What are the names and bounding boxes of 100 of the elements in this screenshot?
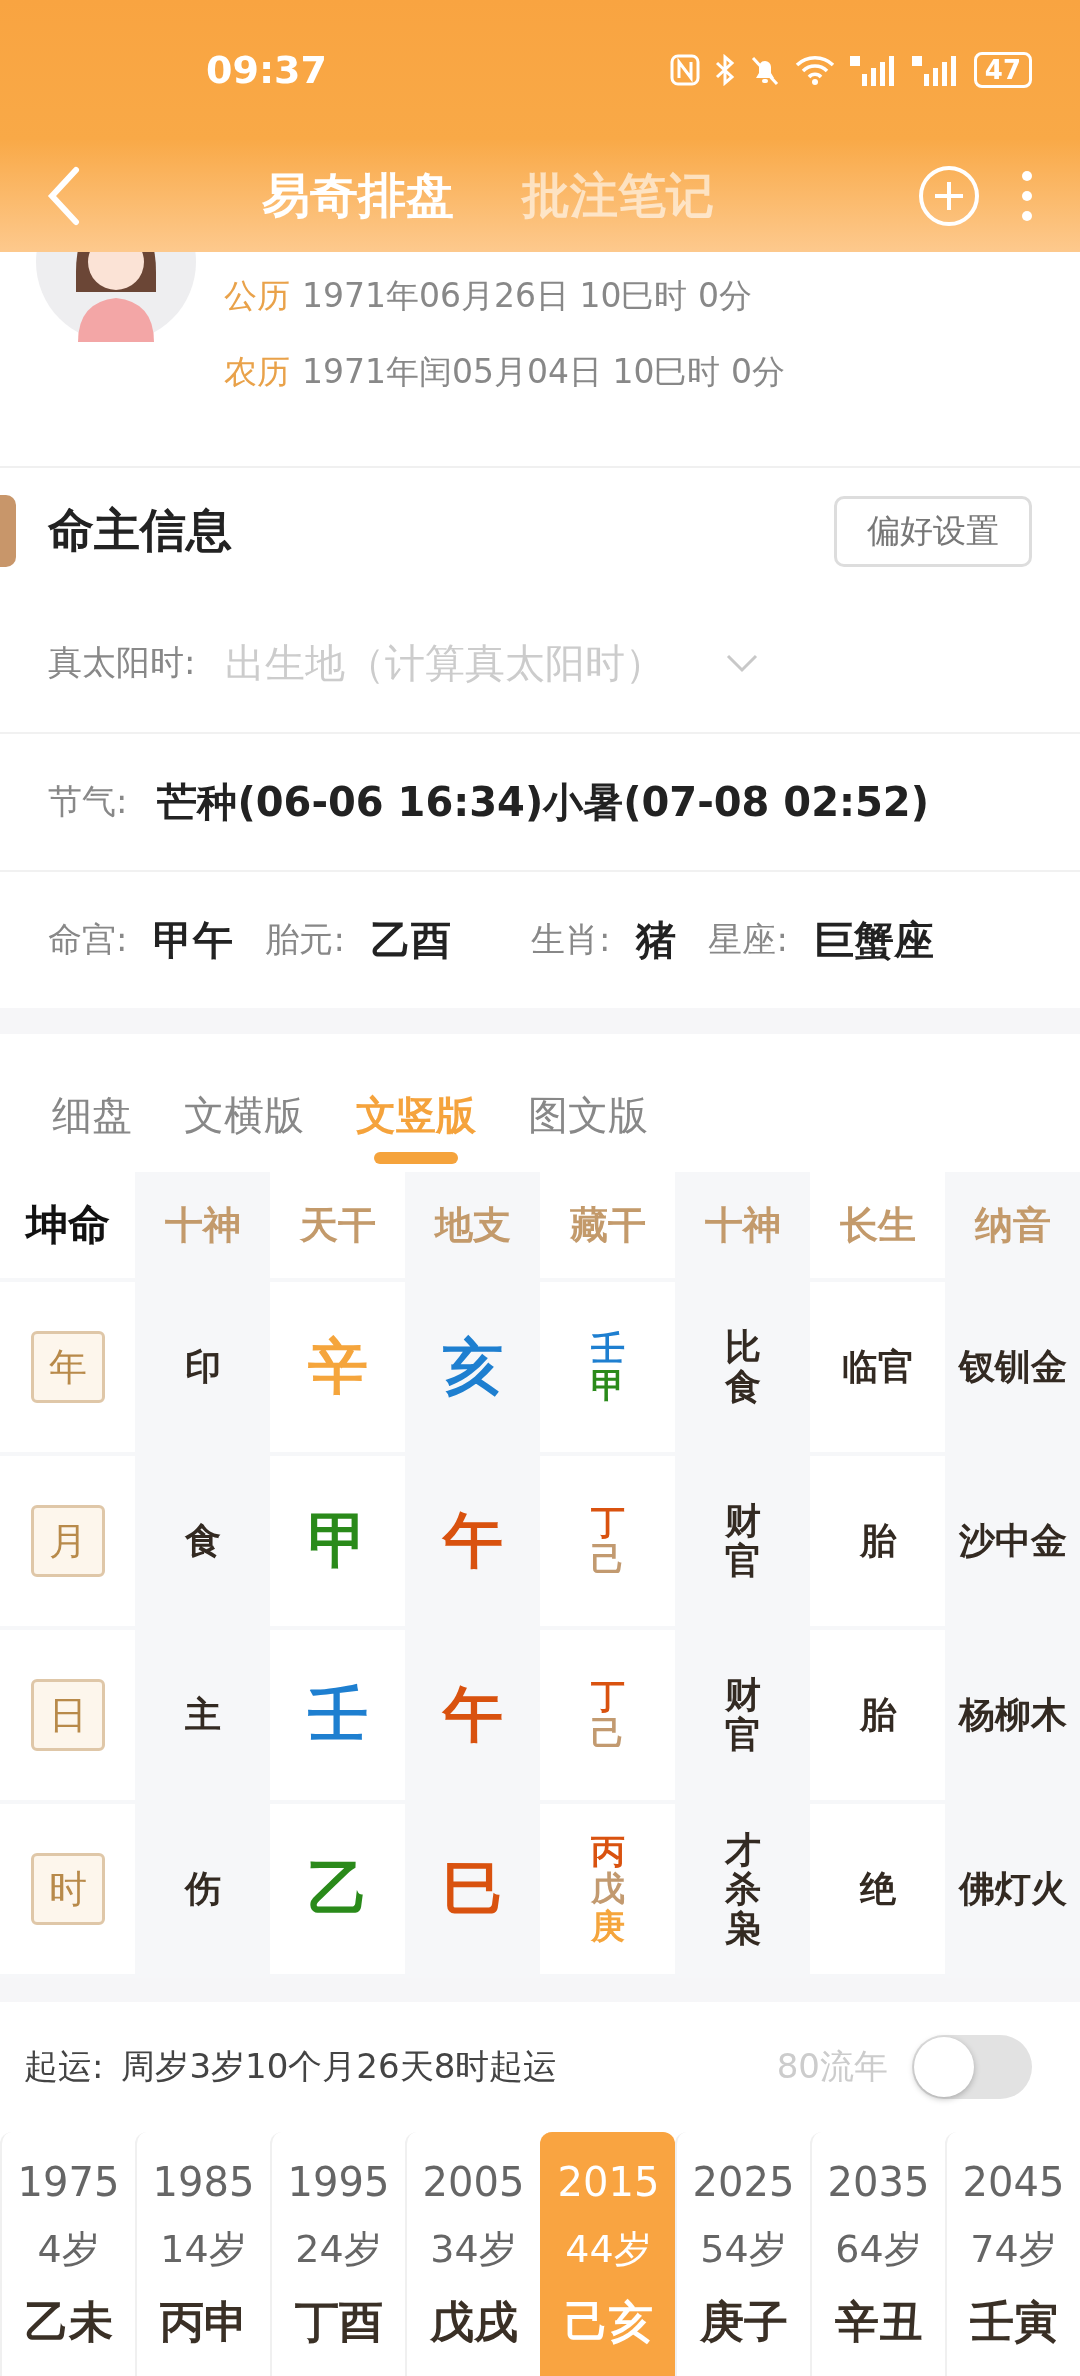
- luck-period[interactable]: 1995 24岁 丁酉: [270, 2132, 405, 2376]
- period-year: 1985: [152, 2158, 255, 2207]
- field-label: 命宫:: [48, 918, 128, 961]
- toggle-switch[interactable]: [912, 2035, 1032, 2099]
- back-icon[interactable]: [46, 166, 82, 226]
- date-value: 1971年闰05月04日 10巳时 0分: [302, 351, 785, 393]
- chart-tab[interactable]: 细盘: [52, 1088, 132, 1164]
- period-year: 2045: [962, 2158, 1065, 2207]
- hidden-stem-char: 庚: [590, 1907, 625, 1946]
- section-accent: [0, 495, 16, 567]
- table-cell-text: 食: [184, 1518, 221, 1563]
- field-value: 巨蟹座: [813, 915, 934, 965]
- column-header: 十神: [704, 1201, 781, 1249]
- period-year: 1995: [287, 2158, 390, 2207]
- period-age: 24岁: [295, 2226, 382, 2273]
- date-label: 农历: [224, 351, 290, 393]
- chart-tab[interactable]: 图文版: [528, 1088, 648, 1164]
- table-cell-text: 佛灯火: [958, 1866, 1067, 1911]
- section-title: 命主信息: [48, 502, 233, 559]
- stem-char: 辛: [307, 1329, 368, 1403]
- hidden-stem-char: 戊: [590, 1870, 625, 1908]
- nfc-icon: [669, 54, 700, 86]
- solar-terms-value: 芒种(06-06 16:34)小暑(07-08 02:52): [157, 777, 929, 827]
- field-label: 星座:: [708, 918, 788, 961]
- period-ganzhi: 庚子: [699, 2295, 788, 2349]
- period-ganzhi: 辛丑: [834, 2295, 923, 2349]
- hidden-stem-char: 壬: [590, 1329, 625, 1367]
- field-value: 乙酉: [370, 915, 451, 965]
- table-cell-text: 胎: [859, 1518, 896, 1563]
- wifi-icon: [793, 54, 836, 86]
- luck-period[interactable]: 1985 14岁 丙申: [135, 2132, 270, 2376]
- hidden-stem-char: 己: [590, 1541, 625, 1579]
- chart-corner-label: 坤命: [25, 1199, 110, 1251]
- more-icon[interactable]: [1020, 168, 1034, 224]
- period-ganzhi: 己亥: [564, 2295, 653, 2349]
- table-cell: 财: [724, 1675, 761, 1715]
- period-ganzhi: 丙申: [159, 2295, 248, 2349]
- branch-char: 午: [442, 1677, 503, 1751]
- branch-char: 亥: [442, 1329, 503, 1403]
- add-icon[interactable]: [918, 165, 980, 227]
- period-ganzhi: 乙未: [24, 2295, 113, 2349]
- table-cell-text: 伤: [184, 1866, 221, 1911]
- field-label: 真太阳时:: [48, 641, 196, 684]
- column-header: 藏干: [569, 1201, 646, 1249]
- hidden-stem-char: 丁: [590, 1677, 625, 1715]
- period-age: 34岁: [430, 2226, 517, 2273]
- hidden-stem-char: 丁: [590, 1503, 625, 1541]
- hidden-stem-char: 甲: [590, 1367, 625, 1405]
- luck-start-label: 起运:: [24, 2045, 104, 2088]
- chevron-down-icon: [725, 653, 760, 673]
- bell-muted-icon: [749, 54, 780, 86]
- luck-period[interactable]: 2035 64岁 辛丑: [810, 2132, 945, 2376]
- period-age: 14岁: [160, 2226, 247, 2273]
- table-cell-text: 杨柳木: [958, 1692, 1067, 1737]
- period-ganzhi: 丁酉: [294, 2295, 383, 2349]
- table-cell-text: 临官: [841, 1344, 914, 1389]
- stem-char: 壬: [307, 1677, 368, 1751]
- period-year: 2035: [827, 2158, 930, 2207]
- table-cell-text: 印: [184, 1344, 221, 1389]
- column-header: 十神: [164, 1201, 241, 1249]
- table-cell: 食: [724, 1367, 761, 1407]
- period-year: 2025: [692, 2158, 795, 2207]
- table-cell-text: 绝: [859, 1866, 896, 1911]
- luck-period[interactable]: 2045 74岁 壬寅: [945, 2132, 1080, 2376]
- field-value: 甲午: [153, 915, 234, 965]
- pillar-tag: 年: [30, 1331, 105, 1403]
- date-value: 1971年06月26日 10巳时 0分: [302, 275, 752, 317]
- table-cell: 杀: [724, 1869, 761, 1909]
- table-cell-text: 沙中金: [958, 1518, 1067, 1563]
- table-cell: 才: [724, 1829, 761, 1870]
- preferences-button[interactable]: 偏好设置: [834, 495, 1032, 567]
- pillar-tag: 月: [30, 1505, 105, 1577]
- field-value: 猪: [636, 915, 677, 965]
- period-year: 1975: [17, 2158, 120, 2207]
- column-header: 地支: [434, 1201, 511, 1249]
- luck-period[interactable]: 1975 4岁 乙未: [0, 2132, 135, 2376]
- period-ganzhi: 壬寅: [969, 2295, 1058, 2349]
- bluetooth-icon: [713, 54, 736, 86]
- status-time: 09:37: [206, 48, 327, 92]
- period-year: 2005: [422, 2158, 525, 2207]
- table-cell: 财: [724, 1501, 761, 1541]
- luck-start-value: 周岁3岁10个月26天8时起运: [121, 2045, 559, 2088]
- period-age: 44岁: [565, 2226, 652, 2273]
- branch-char: 巳: [442, 1851, 503, 1925]
- table-cell: 枭: [724, 1908, 761, 1949]
- chart-tab[interactable]: 文横版: [184, 1088, 304, 1164]
- pillar-tag: 日: [30, 1679, 105, 1751]
- field-label: 胎元:: [265, 918, 345, 961]
- stem-char: 乙: [307, 1851, 368, 1925]
- period-year: 2015: [557, 2158, 660, 2207]
- column-header: 纳音: [974, 1201, 1051, 1249]
- battery-level: 47: [973, 52, 1032, 88]
- period-age: 74岁: [970, 2226, 1057, 2273]
- column-header: 天干: [299, 1201, 376, 1249]
- hidden-stem-char: 丙: [590, 1832, 625, 1871]
- table-cell-text: 主: [184, 1692, 221, 1737]
- table-cell: 官: [724, 1541, 761, 1581]
- pillar-tag: 时: [30, 1853, 105, 1925]
- table-cell: 官: [724, 1715, 761, 1755]
- luck-period[interactable]: 2025 54岁 庚子: [675, 2132, 810, 2376]
